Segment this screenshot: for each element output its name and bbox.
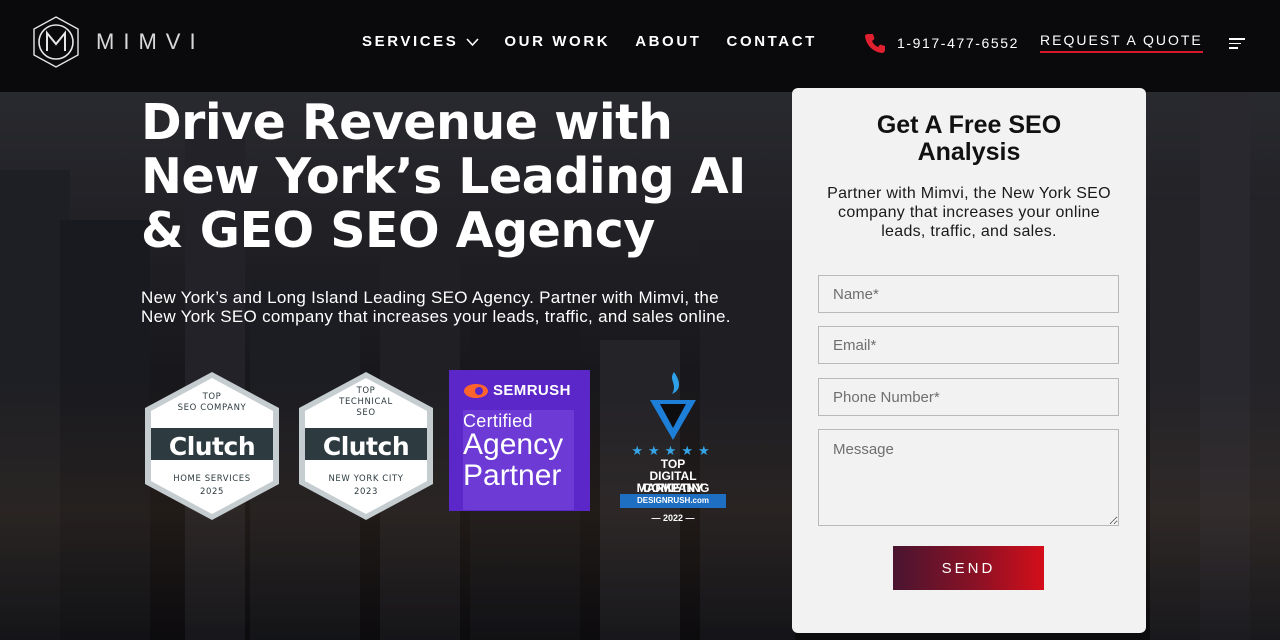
- clutch-badge-top-text: TOP SEO COMPANY: [177, 392, 247, 413]
- designrush-badge: ★★★★★ TOP DIGITAL MARKETING COMPANY DESI…: [614, 370, 734, 526]
- seo-analysis-form: Get A Free SEO Analysis Partner with Mim…: [792, 88, 1146, 633]
- request-quote-link[interactable]: REQUEST A QUOTE: [1040, 32, 1203, 53]
- designrush-year: — 2022 —: [651, 513, 695, 523]
- semrush-agency-partner-badge: SEMRUSH Certified Agency Partner: [449, 370, 590, 511]
- message-field[interactable]: [818, 429, 1119, 526]
- designrush-ribbon: DESIGNRUSH.com: [620, 494, 726, 508]
- clutch-badge-seo-company: TOP SEO COMPANY Clutch HOME SERVICES 202…: [141, 370, 283, 522]
- clutch-badge-category: HOME SERVICES: [173, 474, 251, 484]
- nav-our-work[interactable]: OUR WORK: [504, 33, 610, 50]
- phone-icon: [865, 34, 885, 53]
- email-field[interactable]: [818, 326, 1119, 364]
- nav-services[interactable]: SERVICES: [362, 33, 479, 50]
- site-header: MIMVI SERVICES OUR WORK ABOUT CONTACT 1-…: [0, 0, 1280, 92]
- nav-contact[interactable]: CONTACT: [727, 33, 817, 50]
- designrush-v-icon: [650, 372, 696, 440]
- hero-title-line: Drive Revenue with: [141, 94, 673, 151]
- hero-subtitle: New York’s and Long Island Leading SEO A…: [141, 288, 761, 326]
- logo-text: MIMVI: [96, 29, 205, 54]
- semrush-partner-text: Partner: [463, 459, 562, 492]
- clutch-badge-year: 2023: [353, 487, 379, 497]
- clutch-brand: Clutch: [322, 432, 410, 461]
- phone-number: 1-917-477-6552: [897, 35, 1020, 51]
- form-description: Partner with Mimvi, the New York SEO com…: [827, 185, 1111, 240]
- clutch-badge-technical-seo: TOP TECHNICAL SEO Clutch NEW YORK CITY 2…: [295, 370, 437, 522]
- send-button[interactable]: SEND: [893, 546, 1044, 590]
- hero-subtitle-line: New York’s and Long Island Leading SEO A…: [141, 288, 719, 307]
- clutch-badge-year: 2025: [199, 487, 225, 497]
- phone-link[interactable]: 1-917-477-6552: [864, 32, 1019, 54]
- name-field[interactable]: [818, 275, 1119, 313]
- hero-title: Drive Revenue with New York’s Leading AI…: [141, 96, 781, 258]
- chevron-down-icon: [466, 38, 479, 47]
- logo-m-icon: [30, 15, 82, 69]
- main-nav: SERVICES OUR WORK ABOUT CONTACT: [362, 33, 842, 50]
- form-title: Get A Free SEO Analysis: [876, 111, 1062, 166]
- hero-title-line: New York’s Leading AI: [141, 148, 746, 205]
- menu-icon[interactable]: [1229, 38, 1245, 49]
- logo[interactable]: MIMVI: [30, 15, 205, 69]
- hero-title-line: & GEO SEO Agency: [141, 202, 655, 259]
- clutch-badge-top-text: TOP TECHNICAL SEO: [339, 386, 393, 418]
- semrush-logo: SEMRUSH: [463, 382, 571, 399]
- nav-about[interactable]: ABOUT: [635, 33, 701, 50]
- phone-field[interactable]: [818, 378, 1119, 416]
- hero-subtitle-line: New York SEO company that increases your…: [141, 307, 731, 326]
- clutch-brand: Clutch: [168, 432, 256, 461]
- clutch-badge-category: NEW YORK CITY: [328, 474, 404, 484]
- semrush-agency-text: Agency: [463, 428, 564, 461]
- semrush-flame-icon: [464, 383, 488, 398]
- nav-services-label: SERVICES: [362, 33, 459, 50]
- designrush-company-text: COMPANY: [642, 481, 704, 495]
